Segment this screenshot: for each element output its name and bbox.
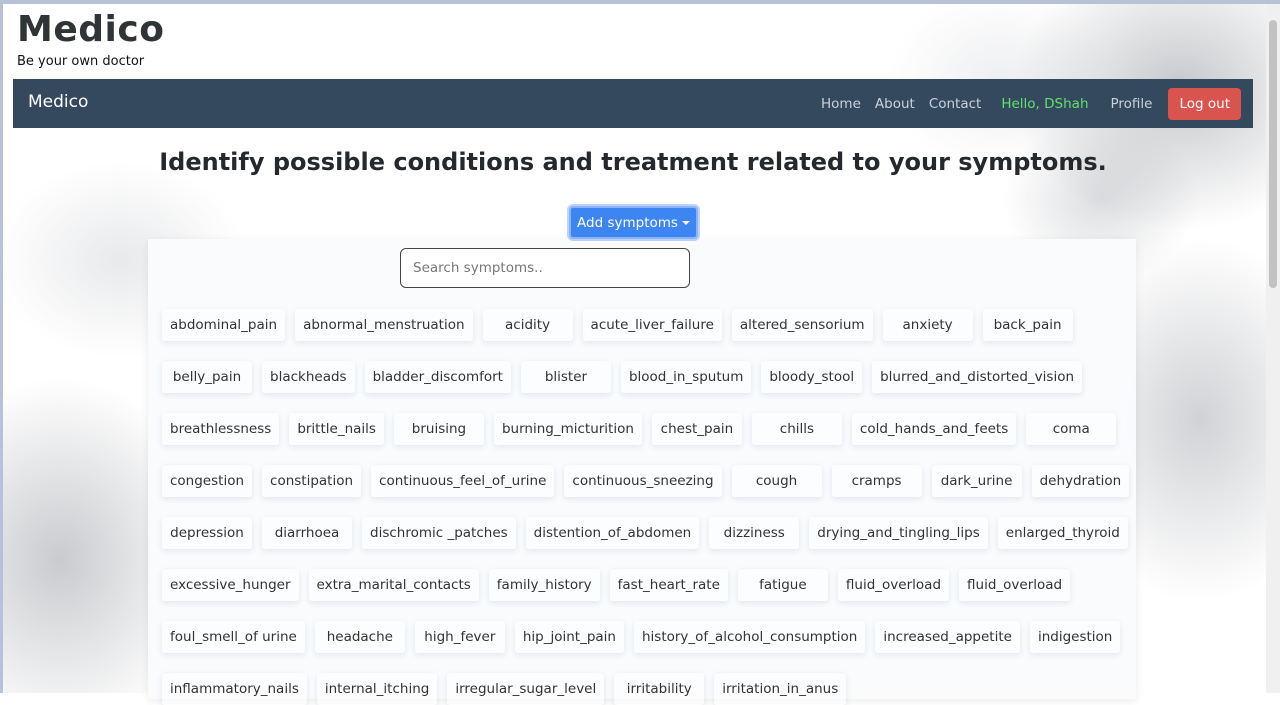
symptoms-dropdown-menu: abdominal_pain abnormal_menstruation acidi…: [148, 239, 1136, 705]
symptom-option[interactable]: distention_of_abdomen: [525, 517, 700, 549]
symptom-option[interactable]: foul_smell_of urine: [162, 621, 305, 653]
symptom-option[interactable]: anxiety: [882, 309, 973, 341]
brand-tagline: Be your own doctor: [17, 54, 145, 69]
symptom-option[interactable]: continuous_sneezing: [564, 465, 722, 497]
symptom-option[interactable]: extra_marital_contacts: [308, 569, 479, 601]
symptom-option[interactable]: chest_pain: [651, 413, 742, 445]
symptom-option[interactable]: increased_appetite: [875, 621, 1020, 653]
scrollbar-thumb[interactable]: [1269, 20, 1277, 288]
symptom-option[interactable]: dehydration: [1031, 465, 1130, 497]
symptom-option[interactable]: inflammatory_nails: [162, 673, 307, 705]
symptom-option[interactable]: congestion: [162, 465, 253, 497]
symptom-option[interactable]: fast_heart_rate: [609, 569, 728, 601]
symptom-option[interactable]: blood_in_sputum: [620, 361, 752, 393]
symptom-option[interactable]: chills: [751, 413, 842, 445]
symptom-option[interactable]: excessive_hunger: [162, 569, 299, 601]
symptom-option[interactable]: brittle_nails: [289, 413, 384, 445]
symptom-option[interactable]: burning_micturition: [493, 413, 642, 445]
symptom-option[interactable]: fluid_overload: [837, 569, 950, 601]
navbar-brand-link[interactable]: Medico: [28, 92, 88, 112]
window-top-border: [0, 0, 1280, 4]
symptom-option[interactable]: hip_joint_pain: [514, 621, 624, 653]
nav-link-contact[interactable]: Contact: [929, 96, 982, 112]
symptom-option[interactable]: drying_and_tingling_lips: [809, 517, 988, 549]
symptom-option[interactable]: cough: [731, 465, 822, 497]
symptom-option[interactable]: irritation_in_anus: [714, 673, 847, 705]
add-symptoms-label: Add symptoms: [577, 214, 678, 231]
symptom-option[interactable]: diarrhoea: [262, 517, 352, 549]
add-symptoms-dropdown-button[interactable]: Add symptoms: [569, 206, 698, 239]
brand-title: Medico: [17, 9, 165, 50]
symptom-option[interactable]: irregular_sugar_level: [447, 673, 605, 705]
symptom-option[interactable]: fatigue: [737, 569, 828, 601]
symptom-option[interactable]: abdominal_pain: [162, 309, 286, 341]
symptom-option[interactable]: history_of_alcohol_consumption: [633, 621, 866, 653]
logout-button[interactable]: Log out: [1168, 88, 1241, 120]
symptom-option[interactable]: headache: [314, 621, 405, 653]
symptom-list: abdominal_pain abnormal_menstruation acidi…: [162, 309, 1132, 705]
nav-link-about[interactable]: About: [875, 96, 915, 112]
symptom-option[interactable]: dark_urine: [931, 465, 1022, 497]
symptom-option[interactable]: fluid_overload: [959, 569, 1071, 601]
symptom-option[interactable]: enlarged_thyroid: [997, 517, 1128, 549]
symptom-option[interactable]: back_pain: [982, 309, 1073, 341]
brand-header: Medico Be your own doctor: [17, 8, 164, 69]
symptom-option[interactable]: blackheads: [262, 361, 355, 393]
symptom-option[interactable]: breathlessness: [162, 413, 280, 445]
caret-down-icon: [681, 220, 690, 225]
symptom-option[interactable]: bladder_discomfort: [364, 361, 511, 393]
search-symptoms-input[interactable]: [400, 248, 690, 288]
page-scrollbar[interactable]: [1266, 4, 1280, 693]
symptom-option[interactable]: dizziness: [709, 517, 800, 549]
symptom-option[interactable]: bloody_stool: [761, 361, 863, 393]
navbar: Medico Home About Contact Hello, DShah P…: [13, 79, 1253, 128]
symptom-option[interactable]: coma: [1026, 413, 1117, 445]
symptom-option[interactable]: cramps: [831, 465, 922, 497]
symptom-option[interactable]: internal_itching: [316, 673, 438, 705]
symptom-option[interactable]: abnormal_menstruation: [295, 309, 473, 341]
symptom-option[interactable]: family_history: [488, 569, 600, 601]
nav-link-home[interactable]: Home: [821, 96, 861, 112]
symptom-option[interactable]: continuous_feel_of_urine: [371, 465, 555, 497]
symptom-option[interactable]: blister: [520, 361, 611, 393]
symptom-option[interactable]: bruising: [393, 413, 484, 445]
window-left-border: [0, 0, 3, 693]
symptom-option[interactable]: belly_pain: [162, 361, 252, 393]
symptom-option[interactable]: high_fever: [414, 621, 505, 653]
symptom-option[interactable]: altered_sensorium: [731, 309, 873, 341]
symptom-option[interactable]: dischromic _patches: [362, 517, 516, 549]
symptom-option[interactable]: indigestion: [1029, 621, 1121, 653]
symptom-option[interactable]: constipation: [262, 465, 362, 497]
page-heading: Identify possible conditions and treatme…: [159, 148, 1107, 176]
symptom-option[interactable]: cold_hands_and_feets: [851, 413, 1017, 445]
symptom-option[interactable]: acidity: [482, 309, 573, 341]
symptom-option[interactable]: irritability: [614, 673, 705, 705]
symptom-option[interactable]: depression: [162, 517, 252, 549]
navbar-links: Home About Contact Hello, DShah Profile …: [807, 88, 1241, 120]
symptom-option[interactable]: blurred_and_distorted_vision: [872, 361, 1083, 393]
symptom-option[interactable]: acute_liver_failure: [582, 309, 722, 341]
nav-link-profile[interactable]: Profile: [1111, 96, 1153, 112]
user-greeting: Hello, DShah: [1001, 96, 1089, 112]
